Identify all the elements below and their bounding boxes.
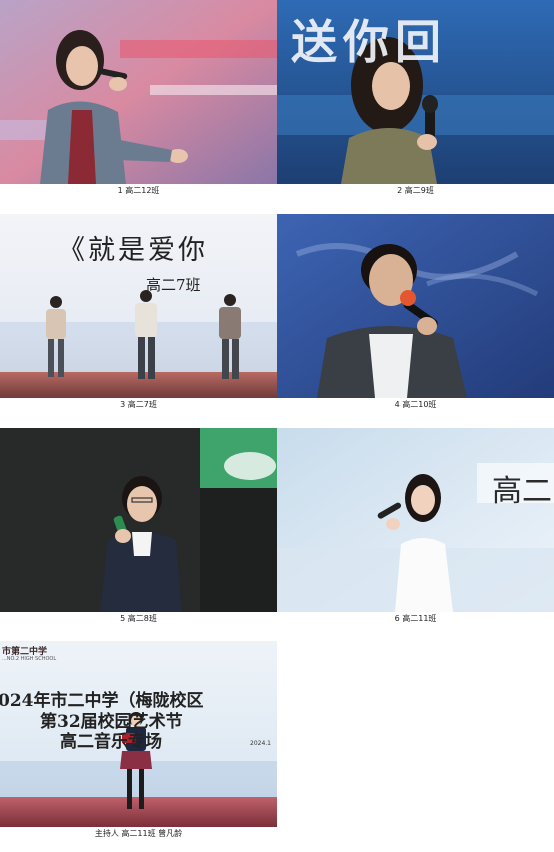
photo-caption-7: 主持人 高二11班 曾凡龄 [94, 829, 183, 838]
photo-card-5: 5 高二8班 [0, 428, 277, 625]
photo-card-6: 高二 6 高二11班 [277, 428, 554, 625]
photo-5-image [0, 428, 277, 612]
photo-4-image [277, 214, 554, 398]
photo-1-image [0, 0, 277, 184]
performance-photo-5 [0, 428, 277, 612]
photo-caption-4: 4 高二10班 [394, 400, 437, 409]
screen-text-2: 送你回 [291, 15, 447, 69]
photo-card-3: 《就是爱你 高二7班 3 高二7班 [0, 214, 277, 411]
performance-photo-6: 高二 [277, 428, 554, 612]
photo-caption-2: 2 高二9班 [397, 186, 434, 195]
performance-photo-1 [0, 0, 277, 184]
photo-card-7: 市第二中学 ...NO.2 HIGH SCHOOL 024年市二中学（梅陇校区 … [0, 641, 277, 840]
performance-photo-2: 送你回 [277, 0, 554, 184]
screen-text-6: 高二 [492, 474, 552, 509]
photo-card-1: 1 高二12班 [0, 0, 277, 197]
screen-line-3: 高二音乐专场 [60, 732, 162, 752]
performance-photo-7: 市第二中学 ...NO.2 HIGH SCHOOL 024年市二中学（梅陇校区 … [0, 641, 277, 827]
photo-6-image [277, 428, 554, 612]
screen-title-3: 《就是爱你 [58, 235, 208, 266]
photo-card-2: 送你回 2 高二9班 [277, 0, 554, 197]
photo-caption-1: 1 高二12班 [117, 186, 160, 195]
photo-caption-3: 3 高二7班 [120, 400, 157, 409]
screen-date: 2024.1 [250, 740, 271, 747]
photo-caption-6: 6 高二11班 [394, 614, 437, 623]
screen-subtitle-3: 高二7班 [146, 276, 201, 294]
photo-gallery: 1 高二12班 送你回 2 高二9班 《就是爱你 高二7班 3 高二7班 4 高… [0, 0, 554, 852]
performance-photo-4 [277, 214, 554, 398]
photo-card-4: 4 高二10班 [277, 214, 554, 411]
school-logo-subtext: ...NO.2 HIGH SCHOOL [2, 656, 57, 662]
performance-photo-3: 《就是爱你 高二7班 [0, 214, 277, 398]
photo-caption-5: 5 高二8班 [120, 614, 157, 623]
